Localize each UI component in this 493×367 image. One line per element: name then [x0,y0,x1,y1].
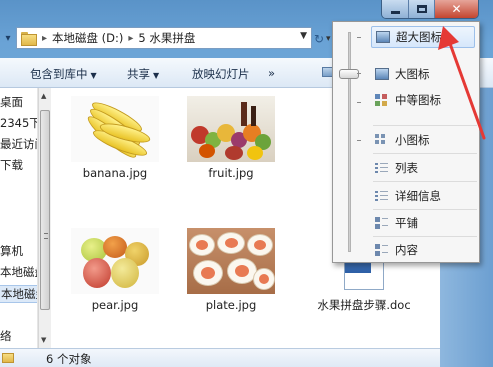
more-label: » [268,66,276,80]
view-option-list[interactable]: 列表 [371,157,475,179]
view-option-label: 中等图标 [395,93,441,107]
view-option-label: 小图标 [395,133,430,147]
view-slider-thumb[interactable] [339,69,359,79]
view-option-large-icons[interactable]: 大图标 [371,63,475,85]
folder-icon [21,32,37,46]
small-icons-icon [375,134,389,146]
include-library-button[interactable]: 包含到库中 ▼ [30,66,97,82]
scroll-down-icon[interactable]: ▼ [41,336,46,344]
menu-divider [373,181,477,182]
address-bar[interactable]: ▸ 本地磁盘 (D:) ▸ 5 水果拼盘 ▼ [16,27,312,49]
menu-divider [373,125,477,126]
menu-divider [373,209,477,210]
file-item[interactable]: fruit.jpg [176,96,286,181]
close-icon: ✕ [451,2,462,16]
maximize-button[interactable] [408,0,434,18]
extra-large-icons-icon [376,31,390,43]
maximize-icon [416,5,427,13]
slider-tick [357,37,361,38]
status-item-count: 6 个对象 [46,352,92,366]
file-name: banana.jpg [82,166,148,180]
pear-thumbnail [71,228,159,294]
file-item[interactable]: plate.jpg [176,228,286,313]
file-name: 水果拼盘步骤.doc [317,298,411,312]
content-view-icon [375,244,389,256]
folder-icon [2,353,14,363]
address-dropdown-icon[interactable]: ▼ [300,31,307,41]
minimize-icon [390,10,400,14]
view-option-small-icons[interactable]: 小图标 [371,129,475,151]
breadcrumb-folder[interactable]: 5 水果拼盘 [138,30,195,46]
slideshow-button[interactable]: 放映幻灯片 [192,66,250,82]
file-item[interactable]: pear.jpg [60,228,170,313]
medium-icons-icon [375,94,389,106]
view-option-label: 详细信息 [395,189,441,203]
view-menu: 超大图标 大图标 中等图标 小图标 列表 详细信息 平铺 内容 [332,21,480,263]
explorer-window: ✕ ▾ ▸ 本地磁盘 (D:) ▸ 5 水果拼盘 ▼ ↻ ▾ 包含到库中 ▼ 共享… [0,0,493,367]
sidebar-item-network[interactable]: 络 [0,328,12,344]
share-label: 共享 [127,67,150,81]
scrollbar-thumb[interactable] [40,110,50,310]
file-name: plate.jpg [205,298,257,312]
title-bar: ✕ [0,0,493,22]
view-option-label: 平铺 [395,216,418,230]
sidebar-scrollbar[interactable]: ▲ ▼ [38,88,51,348]
view-option-label: 内容 [395,243,418,257]
sidebar-item-local-disk-c[interactable]: 本地磁盘 [0,264,37,280]
list-view-icon [375,162,389,174]
grip-icon [44,233,48,239]
sidebar-item-downloads[interactable]: 下载 [0,157,23,173]
large-icons-icon [375,68,389,80]
breadcrumb-drive[interactable]: 本地磁盘 (D:) [52,30,123,46]
plate-thumbnail [187,228,275,294]
view-option-label: 列表 [395,161,418,175]
tiles-view-icon [375,217,389,229]
sidebar-item-2345[interactable]: 2345下 [0,115,37,131]
view-option-content[interactable]: 内容 [371,239,475,261]
view-option-tiles[interactable]: 平铺 [371,212,475,234]
view-option-label: 大图标 [395,67,430,81]
banana-thumbnail [71,96,159,162]
view-option-details[interactable]: 详细信息 [371,185,475,207]
navigation-pane: 桌面 2345下 最近访问 下载 算机 本地磁盘 本地磁盘 络 [0,88,38,348]
slideshow-label: 放映幻灯片 [192,67,250,81]
chevron-down-icon: ▼ [153,71,160,80]
status-bar: 6 个对象 [0,348,440,367]
sidebar-item-local-disk-d[interactable]: 本地磁盘 [0,285,37,303]
window-controls: ✕ [381,0,479,19]
sidebar-item-computer[interactable]: 算机 [0,243,23,259]
view-slider-track[interactable] [348,32,351,252]
recent-pages-button[interactable]: ▾ [0,28,16,48]
include-library-label: 包含到库中 [30,67,88,81]
history-dropdown-icon[interactable]: ▾ [326,34,331,44]
fruit-thumbnail [187,96,275,162]
minimize-button[interactable] [382,0,408,18]
close-button[interactable]: ✕ [434,0,478,18]
file-name: fruit.jpg [208,166,254,180]
more-commands-button[interactable]: » [268,66,275,80]
slider-tick [357,102,361,103]
slider-tick [357,140,361,141]
sidebar-item-desktop[interactable]: 桌面 [0,94,23,110]
share-button[interactable]: 共享 ▼ [127,66,159,82]
chevron-down-icon: ▼ [90,71,97,80]
view-option-medium-icons[interactable]: 中等图标 [371,89,475,111]
scroll-up-icon[interactable]: ▲ [41,92,46,100]
view-option-label: 超大图标 [396,30,442,44]
chevron-right-icon: ▸ [128,32,134,44]
file-item[interactable]: banana.jpg [60,96,170,181]
slider-tick [357,73,361,74]
chevron-right-icon: ▸ [42,32,48,44]
file-name: pear.jpg [91,298,139,312]
view-option-extra-large-icons[interactable]: 超大图标 [371,26,475,48]
details-view-icon [375,190,389,202]
menu-divider [373,153,477,154]
refresh-icon[interactable]: ↻ [314,32,324,46]
menu-divider [373,236,477,237]
sidebar-item-recent[interactable]: 最近访问 [0,136,37,152]
